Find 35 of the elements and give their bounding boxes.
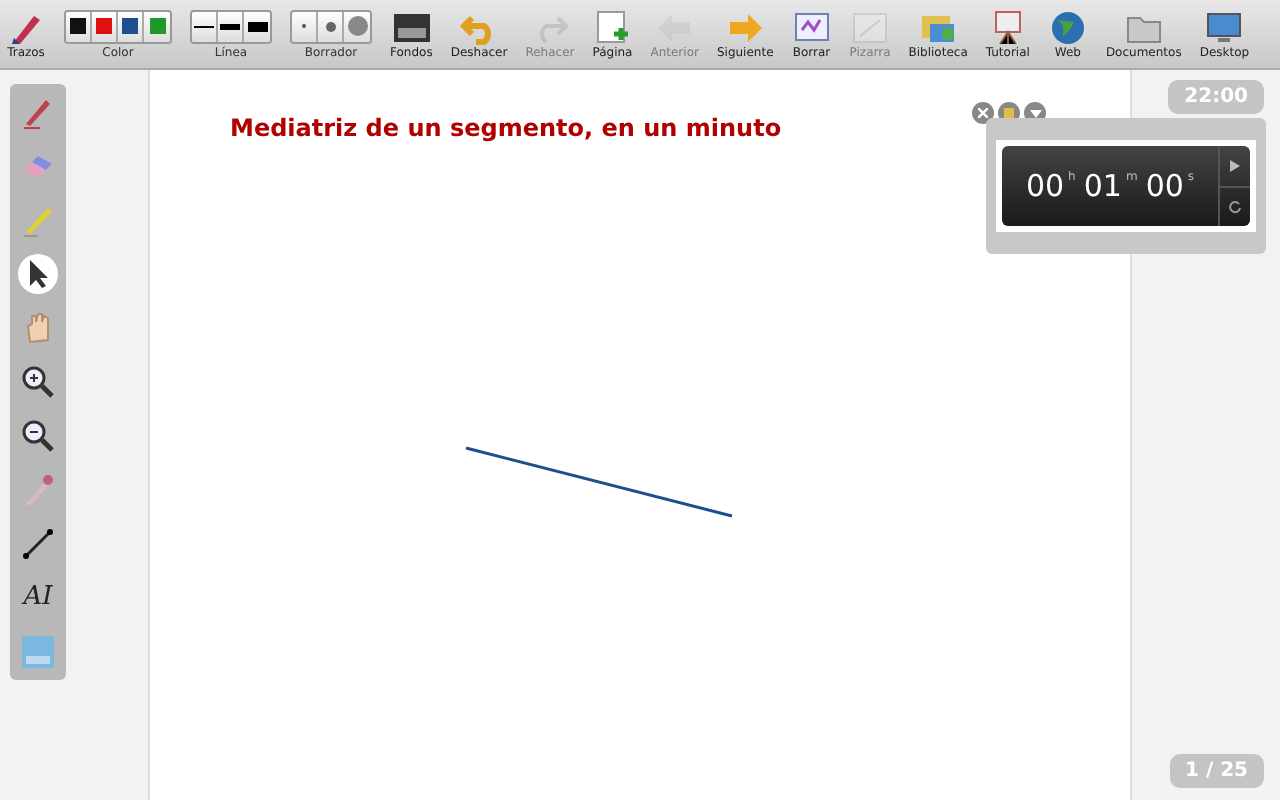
play-icon <box>1230 159 1240 172</box>
marker-icon <box>20 202 56 238</box>
dropper-icon <box>20 472 56 508</box>
tool-button[interactable] <box>18 362 58 402</box>
globe-icon <box>1047 9 1088 45</box>
zoom-in-icon <box>20 364 56 400</box>
hand-icon <box>22 310 54 346</box>
left-arrow-icon <box>654 9 695 45</box>
timer-seconds: 00 <box>1145 165 1184 208</box>
page-title: Mediatriz de un segmento, en un minuto <box>230 112 782 146</box>
tool-button[interactable] <box>18 416 58 456</box>
reset-icon <box>1228 199 1242 214</box>
page-number: 1 / 25 <box>1169 754 1264 788</box>
option-button[interactable] <box>118 11 144 41</box>
option-button[interactable] <box>192 11 218 41</box>
zoom-out-icon <box>20 418 56 454</box>
option-button[interactable] <box>244 11 270 41</box>
right-arrow-icon <box>725 9 766 45</box>
clock-badge: 22:00 <box>1168 80 1264 114</box>
screenshot-icon <box>20 634 56 670</box>
whiteboard-icon <box>850 9 890 45</box>
page-icon <box>592 9 633 45</box>
picture-icon <box>391 9 432 45</box>
option-button[interactable] <box>66 11 92 41</box>
tool-button[interactable] <box>18 524 58 564</box>
line-tool-icon <box>20 526 56 562</box>
tool-button[interactable] <box>18 254 58 294</box>
monitor-icon <box>1204 9 1245 45</box>
timer-hours: 00 <box>1025 165 1065 208</box>
pointer-icon <box>24 258 52 290</box>
board-icon <box>791 9 832 45</box>
option-button[interactable] <box>218 11 244 41</box>
timer-minutes: 01 <box>1083 165 1122 208</box>
tool-button[interactable]: AI <box>18 578 58 618</box>
pen-icon <box>20 94 56 130</box>
